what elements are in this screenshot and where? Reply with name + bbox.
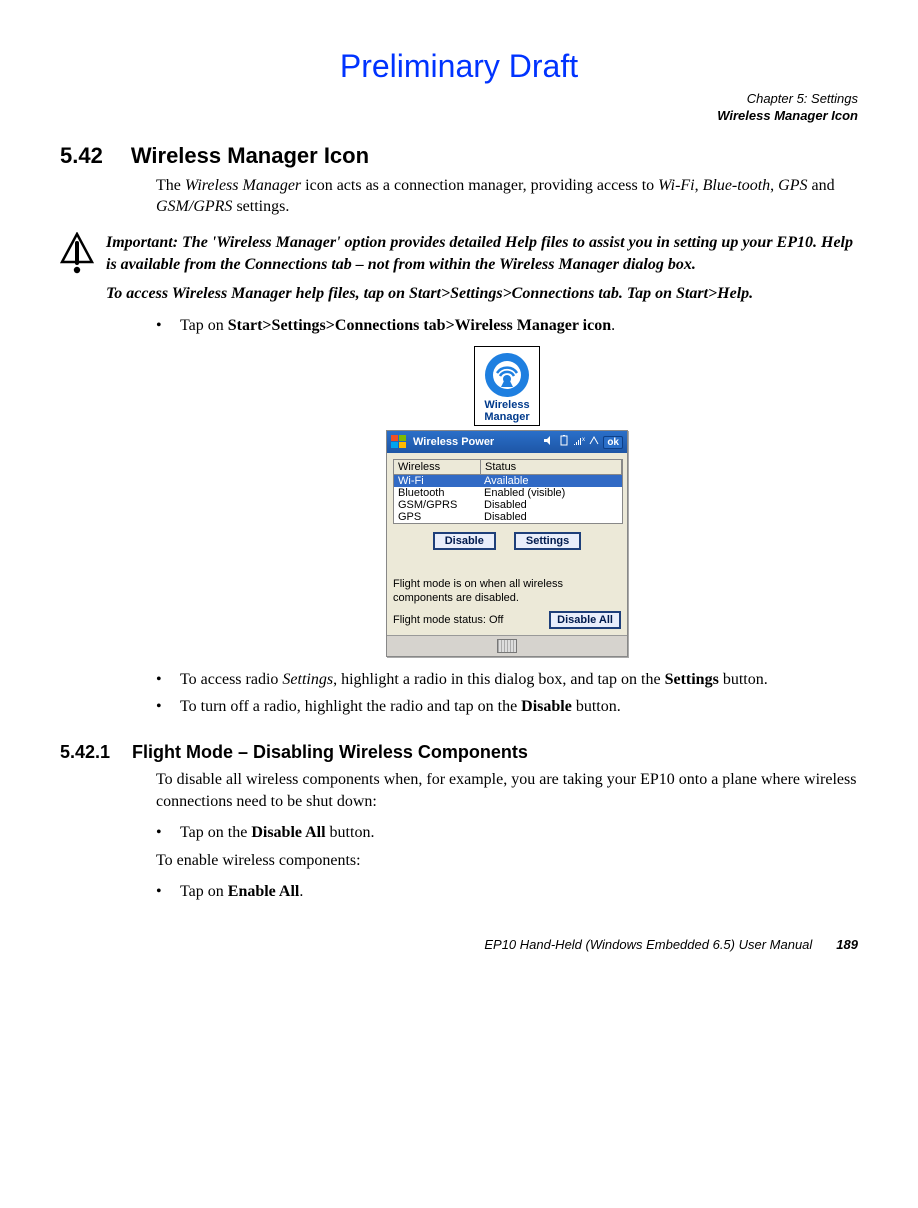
text-em: Wi-Fi — [658, 177, 694, 194]
col-wireless: Wireless — [394, 460, 481, 474]
table-row[interactable]: Bluetooth Enabled (visible) — [394, 487, 622, 499]
chapter-line-1: Chapter 5: Settings — [60, 91, 858, 108]
wireless-table: Wireless Status Wi-Fi Available Bluetoot… — [393, 459, 623, 524]
device-titlebar: Wireless Power x — [387, 431, 627, 453]
section-intro: The Wireless Manager icon acts as a conn… — [156, 175, 858, 218]
chapter-line-2: Wireless Manager Icon — [60, 108, 858, 125]
disable-all-button[interactable]: Disable All — [549, 611, 621, 629]
col-status: Status — [481, 460, 622, 474]
cell: Available — [480, 475, 622, 487]
list-item: • To turn off a radio, highlight the rad… — [156, 696, 858, 718]
list-item: • Tap on the Disable All button. — [156, 822, 858, 844]
text: Tap on — [180, 317, 228, 334]
connection-icon — [589, 435, 599, 449]
signal-icon: x — [573, 435, 585, 449]
text: Tap on — [180, 883, 228, 900]
text-bold: Disable — [521, 698, 572, 715]
text-em: Settings — [282, 671, 333, 688]
important-label: Important: — [106, 234, 182, 251]
text: button. — [326, 824, 375, 841]
cell: Wi-Fi — [394, 475, 480, 487]
text: , highlight a radio in this dialog box, … — [333, 671, 665, 688]
disable-button[interactable]: Disable — [433, 532, 496, 550]
table-row[interactable]: Wi-Fi Available — [394, 475, 622, 487]
text-em: GPS — [778, 177, 807, 194]
settings-button[interactable]: Settings — [514, 532, 581, 550]
bullet-icon: • — [156, 669, 164, 691]
bullet-icon: • — [156, 315, 164, 337]
text: icon acts as a connection manager, provi… — [301, 177, 658, 194]
device-title: Wireless Power — [413, 436, 537, 448]
text: To access radio — [180, 671, 282, 688]
cell: Disabled — [480, 499, 622, 511]
subsection-intro: To disable all wireless components when,… — [156, 769, 858, 812]
device-screenshot: Wireless Power x — [386, 430, 628, 656]
text: The — [156, 177, 185, 194]
volume-icon — [543, 435, 555, 449]
figure-wrapper: Wireless Manager Wireless Power — [156, 346, 858, 656]
text-em: GSM/GPRS — [156, 198, 232, 215]
text: settings. — [232, 198, 289, 215]
keyboard-icon[interactable] — [497, 639, 517, 653]
bullet-icon: • — [156, 822, 164, 844]
section-title: Wireless Manager Icon — [131, 143, 369, 169]
icon-label-2: Manager — [484, 412, 529, 424]
device-bottombar — [387, 635, 627, 656]
warning-icon — [60, 232, 94, 305]
text-bold: Settings — [665, 671, 719, 688]
flight-note: Flight mode is on when all wireless comp… — [393, 578, 621, 604]
battery-icon — [559, 435, 569, 449]
preliminary-draft: Preliminary Draft — [60, 48, 858, 85]
text: . — [299, 883, 303, 900]
list-item: • Tap on Enable All. — [156, 881, 858, 903]
enable-intro: To enable wireless components: — [156, 850, 858, 872]
bullet-icon: • — [156, 696, 164, 718]
text: . — [611, 317, 615, 334]
subsection-heading: 5.42.1 Flight Mode – Disabling Wireless … — [60, 742, 858, 763]
subsection-title: Flight Mode – Disabling Wireless Compone… — [132, 742, 528, 763]
wireless-manager-icon-box: Wireless Manager — [474, 346, 540, 426]
cell: Enabled (visible) — [480, 487, 622, 499]
text: Tap on the — [180, 824, 251, 841]
subsection-number: 5.42.1 — [60, 742, 110, 763]
text: , — [695, 177, 703, 194]
cell: Bluetooth — [394, 487, 480, 499]
list-item: • Tap on Start>Settings>Connections tab>… — [156, 315, 858, 337]
cell: GSM/GPRS — [394, 499, 480, 511]
text: To turn off a radio, highlight the radio… — [180, 698, 521, 715]
chapter-header: Chapter 5: Settings Wireless Manager Ico… — [60, 91, 858, 125]
footer-manual-title: EP10 Hand-Held (Windows Embedded 6.5) Us… — [484, 937, 812, 952]
text-bold: Start>Settings>Connections tab>Wireless … — [228, 317, 611, 334]
text-bold: Disable All — [251, 824, 325, 841]
important-p2: To access Wireless Manager help files, t… — [106, 283, 858, 305]
windows-flag-icon — [391, 435, 407, 449]
text: , — [770, 177, 778, 194]
important-note: Important: The 'Wireless Manager' option… — [60, 232, 858, 305]
text: and — [807, 177, 834, 194]
ok-button[interactable]: ok — [603, 436, 623, 449]
svg-text:x: x — [582, 437, 585, 443]
bullet-icon: • — [156, 881, 164, 903]
cell: Disabled — [480, 511, 622, 523]
text-em: Wireless Manager — [185, 177, 301, 194]
important-p1: The 'Wireless Manager' option provides d… — [106, 234, 853, 273]
text: button. — [719, 671, 768, 688]
section-heading: 5.42 Wireless Manager Icon — [60, 143, 858, 169]
flight-status-label: Flight mode status: Off — [393, 614, 503, 626]
text: button. — [572, 698, 621, 715]
section-number: 5.42 — [60, 143, 103, 169]
table-row[interactable]: GPS Disabled — [394, 511, 622, 523]
list-item: • To access radio Settings, highlight a … — [156, 669, 858, 691]
page-footer: EP10 Hand-Held (Windows Embedded 6.5) Us… — [60, 937, 858, 952]
text-bold: Enable All — [228, 883, 300, 900]
wireless-manager-icon — [483, 351, 531, 399]
table-row[interactable]: GSM/GPRS Disabled — [394, 499, 622, 511]
text-em: Blue-tooth — [703, 177, 771, 194]
cell: GPS — [394, 511, 480, 523]
footer-page-number: 189 — [836, 937, 858, 952]
